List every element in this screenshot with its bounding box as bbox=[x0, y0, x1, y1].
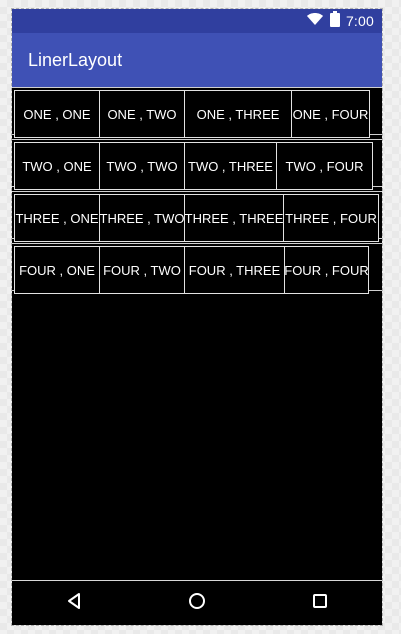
battery-icon bbox=[329, 10, 340, 32]
button-two-one[interactable]: TWO , ONE bbox=[14, 142, 100, 190]
button-one-one[interactable]: ONE , ONE bbox=[14, 90, 100, 138]
status-time: 7:00 bbox=[345, 13, 374, 29]
button-four-one[interactable]: FOUR , ONE bbox=[14, 246, 100, 294]
button-one-two[interactable]: ONE , TWO bbox=[99, 90, 185, 138]
back-button[interactable] bbox=[54, 583, 94, 623]
button-four-four[interactable]: FOUR , FOUR bbox=[284, 246, 369, 294]
button-four-three[interactable]: FOUR , THREE bbox=[184, 246, 285, 294]
wifi-icon bbox=[306, 12, 324, 31]
recents-icon bbox=[311, 592, 329, 615]
toolbar-title: LinerLayout bbox=[28, 49, 123, 70]
row-two: TWO , ONE TWO , TWO TWO , THREE TWO , FO… bbox=[12, 139, 382, 190]
button-two-four[interactable]: TWO , FOUR bbox=[276, 142, 373, 190]
button-three-one[interactable]: THREE , ONE bbox=[14, 194, 100, 242]
button-four-two[interactable]: FOUR , TWO bbox=[99, 246, 185, 294]
button-three-two[interactable]: THREE , TWO bbox=[99, 194, 185, 242]
row-one: ONE , ONE ONE , TWO ONE , THREE ONE , FO… bbox=[12, 87, 382, 138]
row-four: FOUR , ONE FOUR , TWO FOUR , THREE FOUR … bbox=[12, 243, 382, 294]
button-one-four[interactable]: ONE , FOUR bbox=[291, 90, 370, 138]
button-three-three[interactable]: THREE , THREE bbox=[184, 194, 284, 242]
home-icon bbox=[188, 592, 206, 615]
app-toolbar: LinerLayout bbox=[12, 33, 382, 87]
button-one-three[interactable]: ONE , THREE bbox=[184, 90, 292, 138]
row-three: THREE , ONE THREE , TWO THREE , THREE TH… bbox=[12, 191, 382, 242]
button-two-three[interactable]: TWO , THREE bbox=[184, 142, 277, 190]
back-icon bbox=[65, 592, 83, 615]
button-two-two[interactable]: TWO , TWO bbox=[99, 142, 185, 190]
content-area: ONE , ONE ONE , TWO ONE , THREE ONE , FO… bbox=[12, 87, 382, 581]
status-bar: 7:00 bbox=[12, 9, 382, 33]
navigation-bar bbox=[12, 580, 382, 625]
device-screen: 7:00 LinerLayout ONE , ONE ONE , TWO ONE… bbox=[12, 9, 382, 625]
button-three-four[interactable]: THREE , FOUR bbox=[283, 194, 379, 242]
home-button[interactable] bbox=[177, 583, 217, 623]
recents-button[interactable] bbox=[300, 583, 340, 623]
